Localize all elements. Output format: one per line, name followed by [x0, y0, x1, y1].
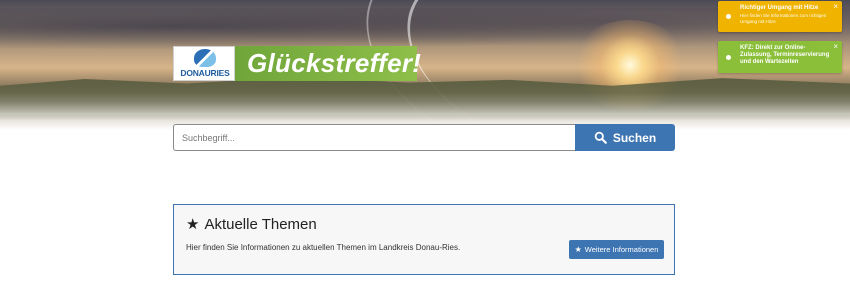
star-icon: ★: [574, 245, 582, 254]
logo-text: DONAURIES: [180, 68, 230, 78]
notice-heat[interactable]: × Richtiger Umgang mit Hitze Hier finden…: [718, 1, 842, 32]
brand-title: Glückstreffer!: [235, 46, 421, 81]
search-bar: Suchen: [173, 124, 675, 151]
search-input[interactable]: [173, 124, 575, 151]
notice-kfz[interactable]: × KFZ: Direkt zur Online-Zulassung, Term…: [718, 41, 842, 73]
notice-title: KFZ: Direkt zur Online-Zulassung, Termin…: [740, 45, 830, 65]
search-button[interactable]: Suchen: [575, 124, 675, 151]
notice-subtitle: Hier finden Sie Informationen zum richti…: [740, 13, 827, 24]
star-icon: ★: [186, 216, 200, 233]
topics-title: Aktuelle Themen: [204, 216, 317, 233]
notice-dot-icon: [726, 14, 731, 19]
topics-description: Hier finden Sie Informationen zu aktuell…: [186, 243, 461, 252]
current-topics-panel: ★ Aktuelle Themen Hier finden Sie Inform…: [173, 204, 675, 275]
close-icon[interactable]: ×: [833, 2, 838, 11]
topics-heading: ★ Aktuelle Themen: [186, 216, 317, 233]
search-icon: [594, 131, 607, 144]
donauries-logo[interactable]: DONAURIES: [173, 46, 235, 81]
notice-title: Richtiger Umgang mit Hitze: [740, 5, 819, 11]
notice-dot-icon: [726, 55, 731, 60]
close-icon[interactable]: ×: [833, 42, 838, 51]
more-info-button[interactable]: ★ Weitere Informationen: [569, 240, 664, 259]
logo-emblem-icon: [194, 49, 216, 67]
search-button-label: Suchen: [612, 130, 657, 145]
more-info-label: Weitere Informationen: [584, 245, 659, 254]
